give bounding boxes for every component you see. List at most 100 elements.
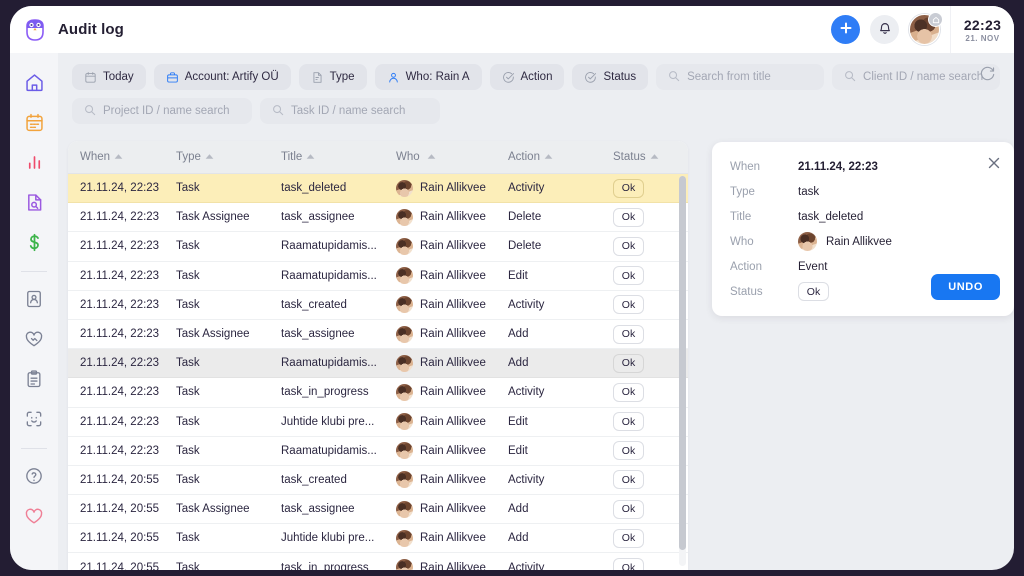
filter-chip-status[interactable]: Status: [572, 64, 649, 90]
status-badge[interactable]: Ok: [613, 324, 644, 344]
search-icon: [84, 104, 96, 119]
column-header-type[interactable]: Type: [176, 151, 281, 163]
table-row[interactable]: 21.11.24, 20:55 Task Juhtide klubi pre... R…: [68, 524, 688, 554]
column-header-action[interactable]: Action: [508, 151, 613, 163]
cell-action: Add: [508, 357, 529, 370]
avatar: [396, 267, 413, 285]
clock-date: 21. NOV: [965, 33, 1000, 43]
sidebar-item-finance[interactable]: [17, 225, 51, 259]
detail-label: When: [730, 160, 761, 173]
who-name: Rain Allikvee: [420, 211, 486, 224]
table-row[interactable]: 21.11.24, 22:23 Task Raamatupidamis... Rain…: [68, 349, 688, 379]
user-menu[interactable]: [909, 12, 943, 45]
cell-when: 21.11.24, 22:23: [80, 298, 160, 311]
cell-action: Edit: [508, 444, 528, 457]
column-header-when[interactable]: When: [68, 151, 176, 163]
cell-status: Ok: [613, 558, 685, 570]
status-badge[interactable]: Ok: [613, 528, 644, 548]
search-from-title-input[interactable]: Search from title: [656, 64, 825, 90]
search-icon: [272, 104, 284, 119]
sidebar-item-documents[interactable]: [17, 185, 51, 219]
table-row[interactable]: 21.11.24, 22:23 Task Raamatupidamis... Rain…: [68, 436, 688, 466]
filter-row-secondary: Project ID / name search Task ID / name …: [72, 98, 440, 124]
status-badge[interactable]: Ok: [613, 382, 644, 402]
filter-chip-account[interactable]: Account: Artify OÜ: [153, 64, 291, 90]
project-search-input[interactable]: Project ID / name search: [72, 98, 252, 124]
table-row[interactable]: 21.11.24, 20:55 Task Assignee task_assigne…: [68, 495, 688, 525]
cell-who: Rain Allikvee: [396, 296, 508, 314]
column-header-status[interactable]: Status: [613, 151, 685, 163]
cell-type: Task: [176, 269, 200, 282]
table-row[interactable]: 21.11.24, 20:55 Task task_created Rain Alli…: [68, 465, 688, 496]
sidebar-item-home[interactable]: [17, 65, 51, 99]
avatar: [396, 500, 413, 518]
who-name: Rain Allikvee: [420, 532, 486, 545]
sidebar-item-tasks[interactable]: [17, 362, 51, 396]
who-name: Rain Allikvee: [420, 357, 486, 370]
filter-bar: Today Account: Artify OÜ Type Who: Rain …: [58, 53, 1014, 130]
sidebar-item-favourites[interactable]: [17, 499, 51, 533]
table-row[interactable]: 21.11.24, 22:23 Task task_deleted Rain Alli…: [68, 174, 688, 204]
table-scrollbar[interactable]: [679, 176, 686, 566]
table-row[interactable]: 21.11.24, 22:23 Task Assignee task_assigne…: [68, 203, 688, 233]
status-badge[interactable]: Ok: [613, 178, 644, 198]
status-badge[interactable]: Ok: [613, 412, 644, 432]
detail-row-who: Who Rain Allikvee: [730, 229, 998, 254]
cell-when: 21.11.24, 22:23: [80, 211, 160, 224]
sidebar-divider: [21, 271, 47, 272]
filter-chip-type[interactable]: Type: [298, 64, 367, 90]
table-row[interactable]: 21.11.24, 20:55 Task task_in_progress Rain …: [68, 553, 688, 570]
status-badge[interactable]: Ok: [613, 470, 644, 490]
table-row[interactable]: 21.11.24, 22:23 Task Raamatupidamis... Rain…: [68, 232, 688, 262]
status-badge[interactable]: Ok: [613, 441, 644, 461]
notifications-button[interactable]: [870, 15, 899, 44]
status-badge[interactable]: Ok: [613, 295, 644, 315]
cell-type: Task: [176, 532, 200, 545]
cell-when: 21.11.24, 22:23: [80, 328, 160, 341]
detail-row-title: Title task_deleted: [730, 204, 998, 229]
column-header-title[interactable]: Title: [281, 151, 396, 163]
status-badge[interactable]: Ok: [613, 353, 644, 373]
filter-chip-who[interactable]: Who: Rain A: [374, 64, 482, 90]
sort-ascending-icon: [114, 151, 123, 163]
table-row[interactable]: 21.11.24, 22:23 Task Raamatupidamis... Rain…: [68, 261, 688, 291]
clipboard-icon: [27, 370, 41, 388]
add-button[interactable]: [831, 15, 860, 44]
search-placeholder: Client ID / name search: [863, 71, 984, 83]
table-row[interactable]: 21.11.24, 22:23 Task task_in_progress Rain …: [68, 378, 688, 408]
task-search-input[interactable]: Task ID / name search: [260, 98, 440, 124]
sidebar-item-help[interactable]: [17, 459, 51, 493]
table-row[interactable]: 21.11.24, 22:23 Task Assignee task_assigne…: [68, 319, 688, 350]
status-badge[interactable]: Ok: [613, 266, 644, 286]
table-row[interactable]: 21.11.24, 22:23 Task task_created Rain Alli…: [68, 290, 688, 320]
cell-when: 21.11.24, 22:23: [80, 386, 160, 399]
scrollbar-thumb[interactable]: [679, 176, 686, 551]
close-icon[interactable]: [986, 155, 1002, 171]
status-badge[interactable]: Ok: [613, 558, 644, 570]
filter-chip-action[interactable]: Action: [489, 64, 565, 90]
sidebar-item-crm[interactable]: [17, 322, 51, 356]
undo-button[interactable]: UNDO: [931, 274, 1000, 300]
status-badge[interactable]: Ok: [613, 499, 644, 519]
filter-chip-today[interactable]: Today: [72, 64, 146, 90]
who-name: Rain Allikvee: [420, 561, 486, 570]
cell-status: Ok: [613, 207, 685, 227]
device-frame: Audit log 22:23 21. NOV Today Account: A…: [0, 0, 1024, 576]
sidebar-item-calendar[interactable]: [17, 105, 51, 139]
status-badge[interactable]: Ok: [613, 207, 644, 227]
column-header-who[interactable]: Who: [396, 151, 508, 163]
cell-title: task_in_progress: [281, 386, 369, 399]
sidebar-item-contacts[interactable]: [17, 282, 51, 316]
refresh-button[interactable]: [974, 64, 1000, 90]
owl-logo-icon: [22, 17, 48, 43]
heart-icon: [25, 508, 43, 524]
status-badge[interactable]: Ok: [613, 236, 644, 256]
detail-label: Who: [730, 235, 754, 248]
cell-title: Juhtide klubi pre...: [281, 532, 375, 545]
cell-type: Task Assignee: [176, 211, 250, 224]
sidebar-item-scan[interactable]: [17, 402, 51, 436]
table-row[interactable]: 21.11.24, 22:23 Task Juhtide klubi pre... R…: [68, 407, 688, 437]
cell-type: Task Assignee: [176, 328, 250, 341]
sidebar-item-reports[interactable]: [17, 145, 51, 179]
cell-status: Ok: [613, 470, 685, 490]
